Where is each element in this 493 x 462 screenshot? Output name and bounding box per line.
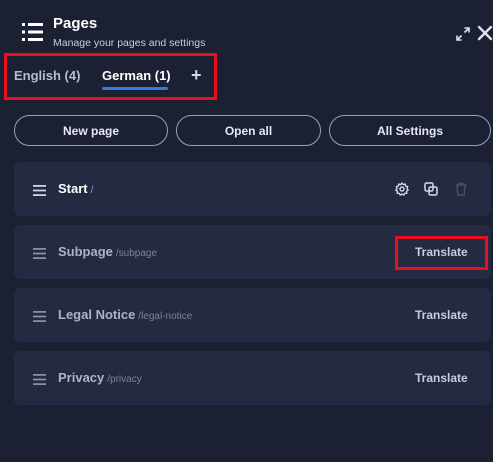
close-icon[interactable] — [477, 25, 493, 41]
translate-button[interactable]: Translate — [415, 371, 468, 385]
tab-english[interactable]: English (4) — [14, 68, 80, 83]
page-name: Legal Notice/legal-notice — [58, 307, 193, 322]
page-path: / — [90, 185, 94, 196]
list-icon — [22, 22, 44, 42]
gear-icon[interactable] — [394, 182, 410, 196]
page-path: /legal-notice — [138, 311, 193, 322]
panel-header: Pages Manage your pages and settings — [0, 0, 493, 56]
open-all-button[interactable]: Open all — [176, 115, 321, 146]
page-subtitle: Manage your pages and settings — [53, 37, 206, 49]
active-tab-indicator — [102, 87, 168, 90]
expand-icon[interactable] — [456, 27, 470, 41]
page-path: /privacy — [107, 374, 142, 385]
page-title: Pages — [53, 15, 98, 32]
all-settings-button[interactable]: All Settings — [329, 115, 491, 146]
drag-handle-icon[interactable] — [33, 372, 46, 385]
page-name: Start / — [58, 181, 94, 196]
trash-icon — [454, 182, 468, 196]
page-name: Privacy/privacy — [58, 370, 142, 385]
drag-handle-icon[interactable] — [33, 309, 46, 322]
translate-highlight — [395, 236, 488, 270]
page-path: /subpage — [115, 248, 158, 259]
page-name: Subpage/subpage — [58, 244, 158, 259]
new-page-button[interactable]: New page — [14, 115, 168, 146]
page-row-privacy[interactable]: Privacy/privacy Translate — [14, 351, 491, 405]
copy-icon[interactable] — [424, 182, 438, 196]
page-row-legal-notice[interactable]: Legal Notice/legal-notice Translate — [14, 288, 491, 342]
tab-german[interactable]: German (1) — [102, 68, 171, 83]
page-row-start[interactable]: Start / — [14, 162, 491, 216]
add-language-button[interactable]: + — [191, 65, 202, 86]
drag-handle-icon[interactable] — [33, 246, 46, 259]
drag-handle-icon[interactable] — [33, 183, 46, 196]
translate-button[interactable]: Translate — [415, 308, 468, 322]
